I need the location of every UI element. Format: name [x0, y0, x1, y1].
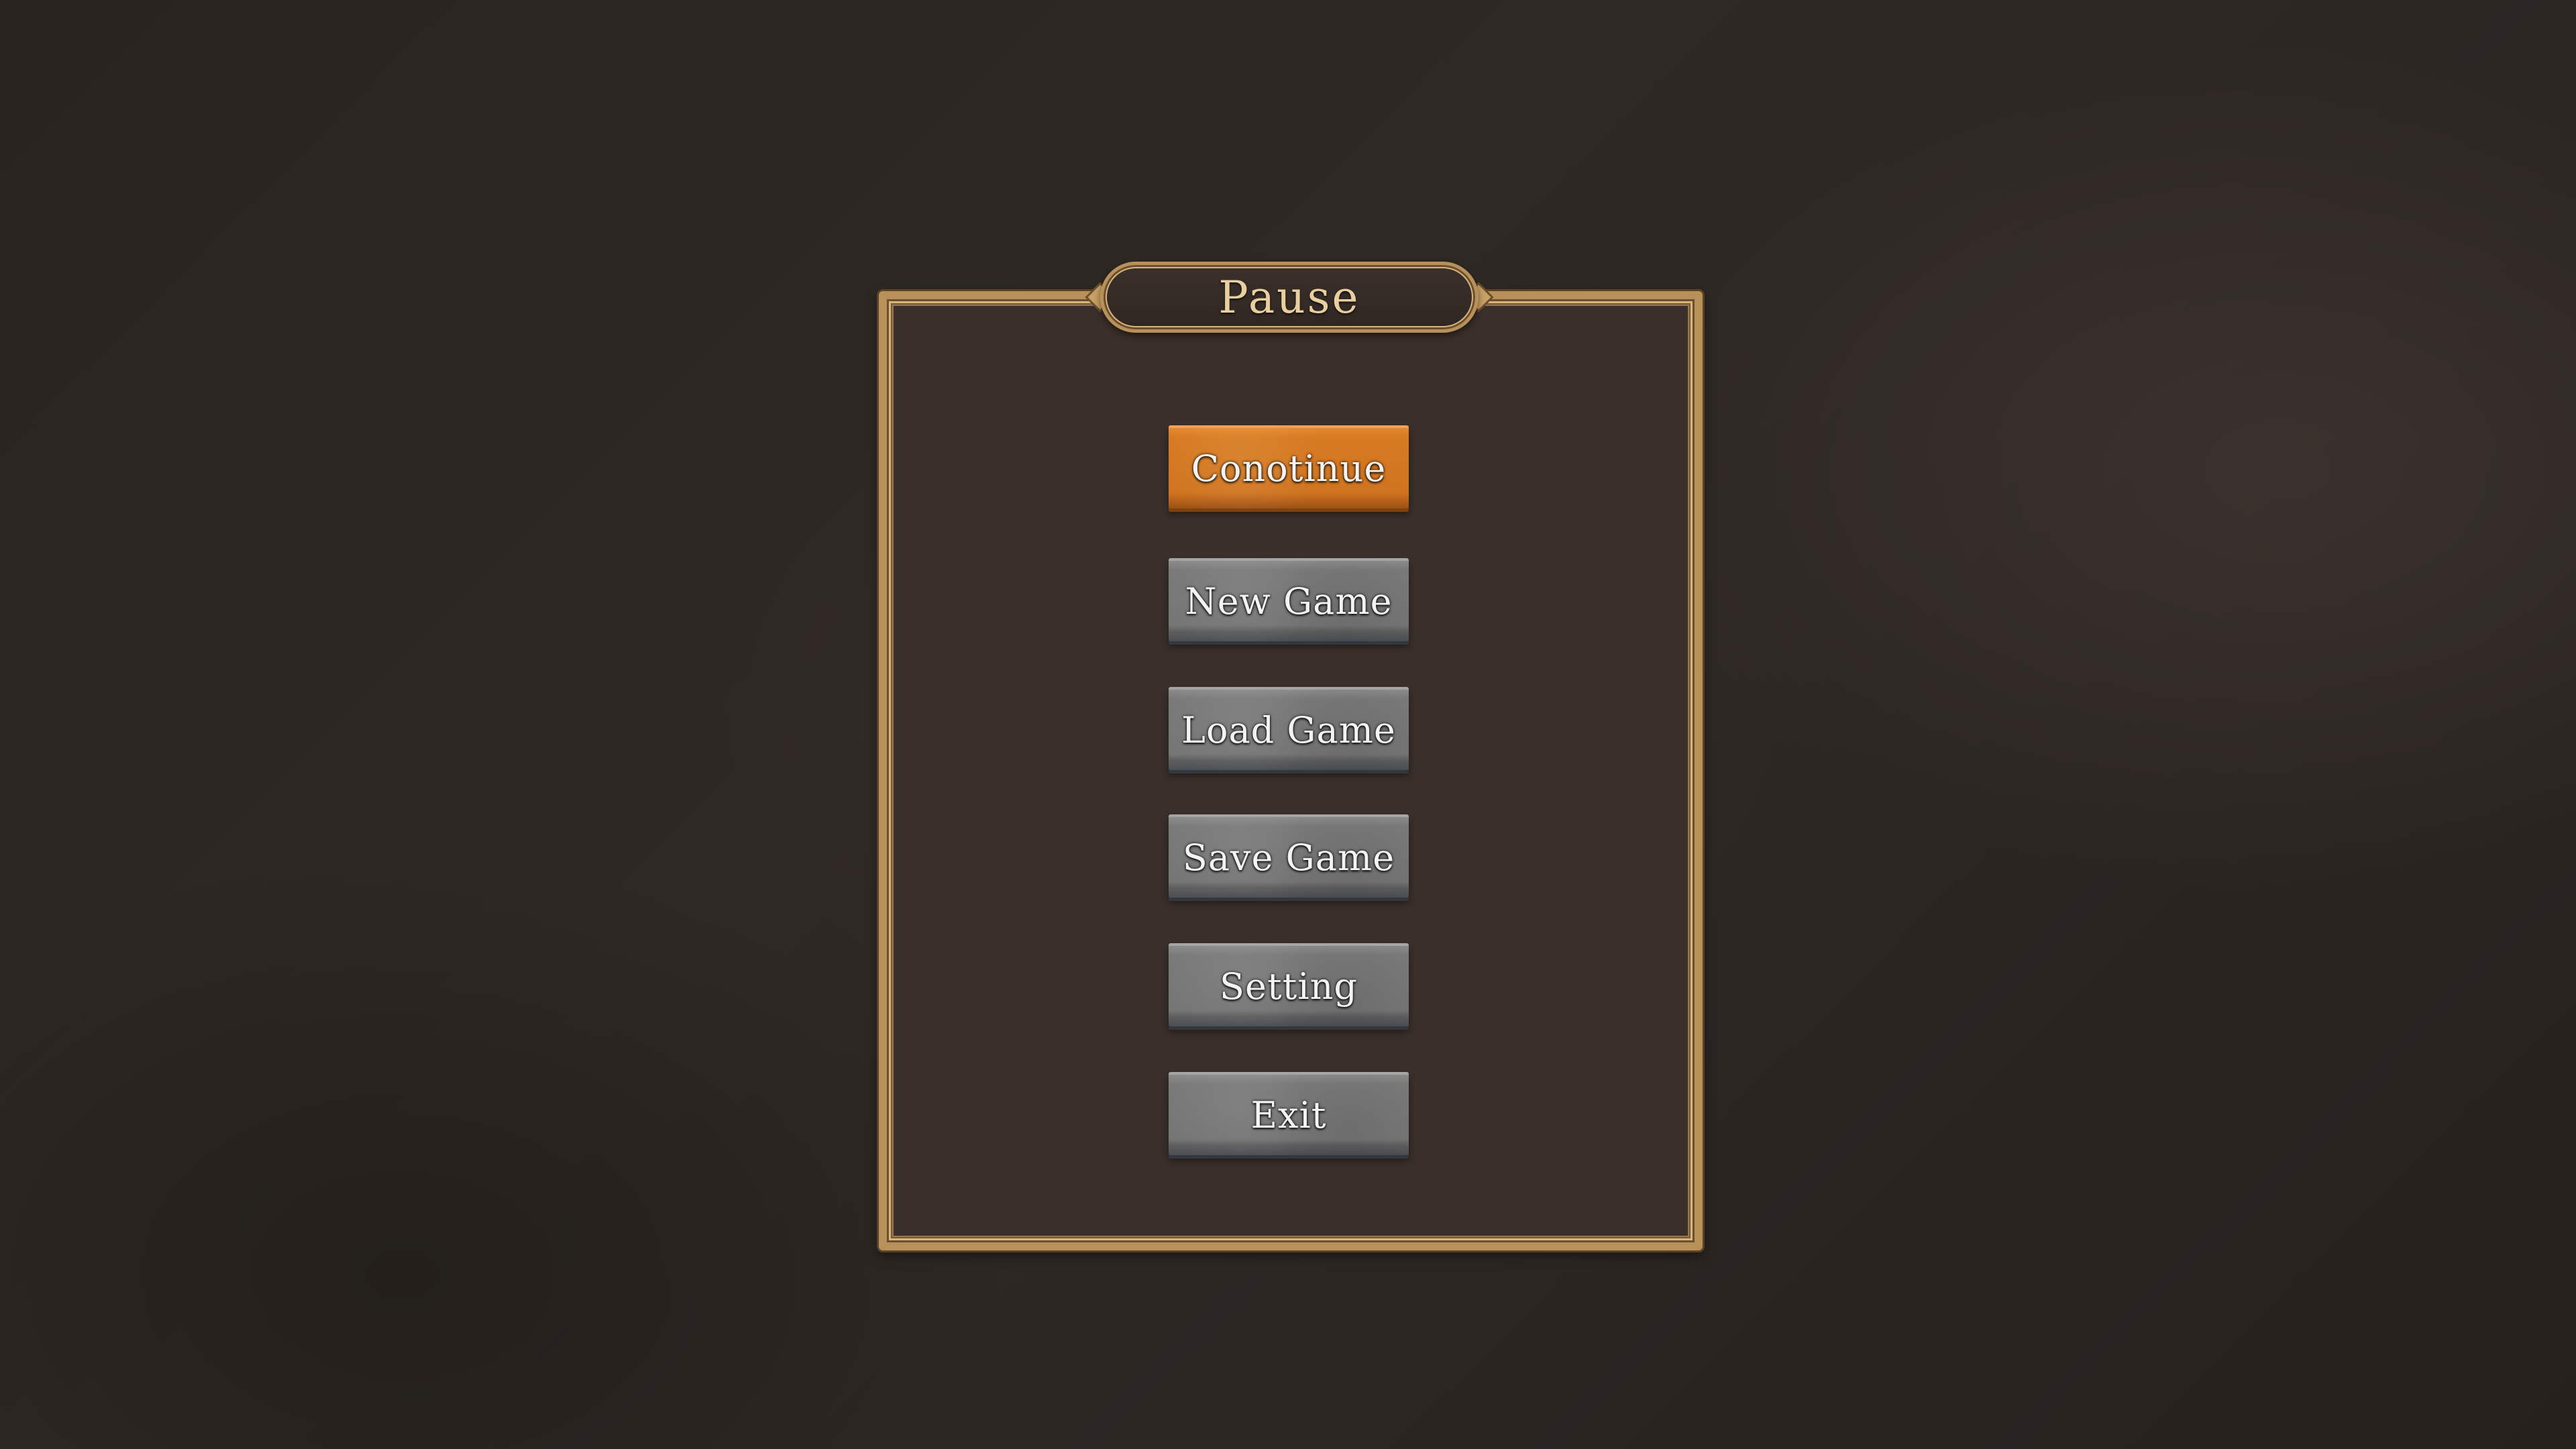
- menu-title: Pause: [1218, 271, 1360, 323]
- save-game-button[interactable]: Save Game: [1169, 814, 1409, 898]
- title-plaque: Pause: [1100, 262, 1479, 333]
- new-game-button[interactable]: New Game: [1169, 558, 1409, 641]
- setting-button[interactable]: Setting: [1169, 943, 1409, 1026]
- continue-button[interactable]: Conotinue: [1169, 425, 1409, 508]
- exit-button[interactable]: Exit: [1169, 1072, 1409, 1155]
- load-game-button[interactable]: Load Game: [1169, 687, 1409, 770]
